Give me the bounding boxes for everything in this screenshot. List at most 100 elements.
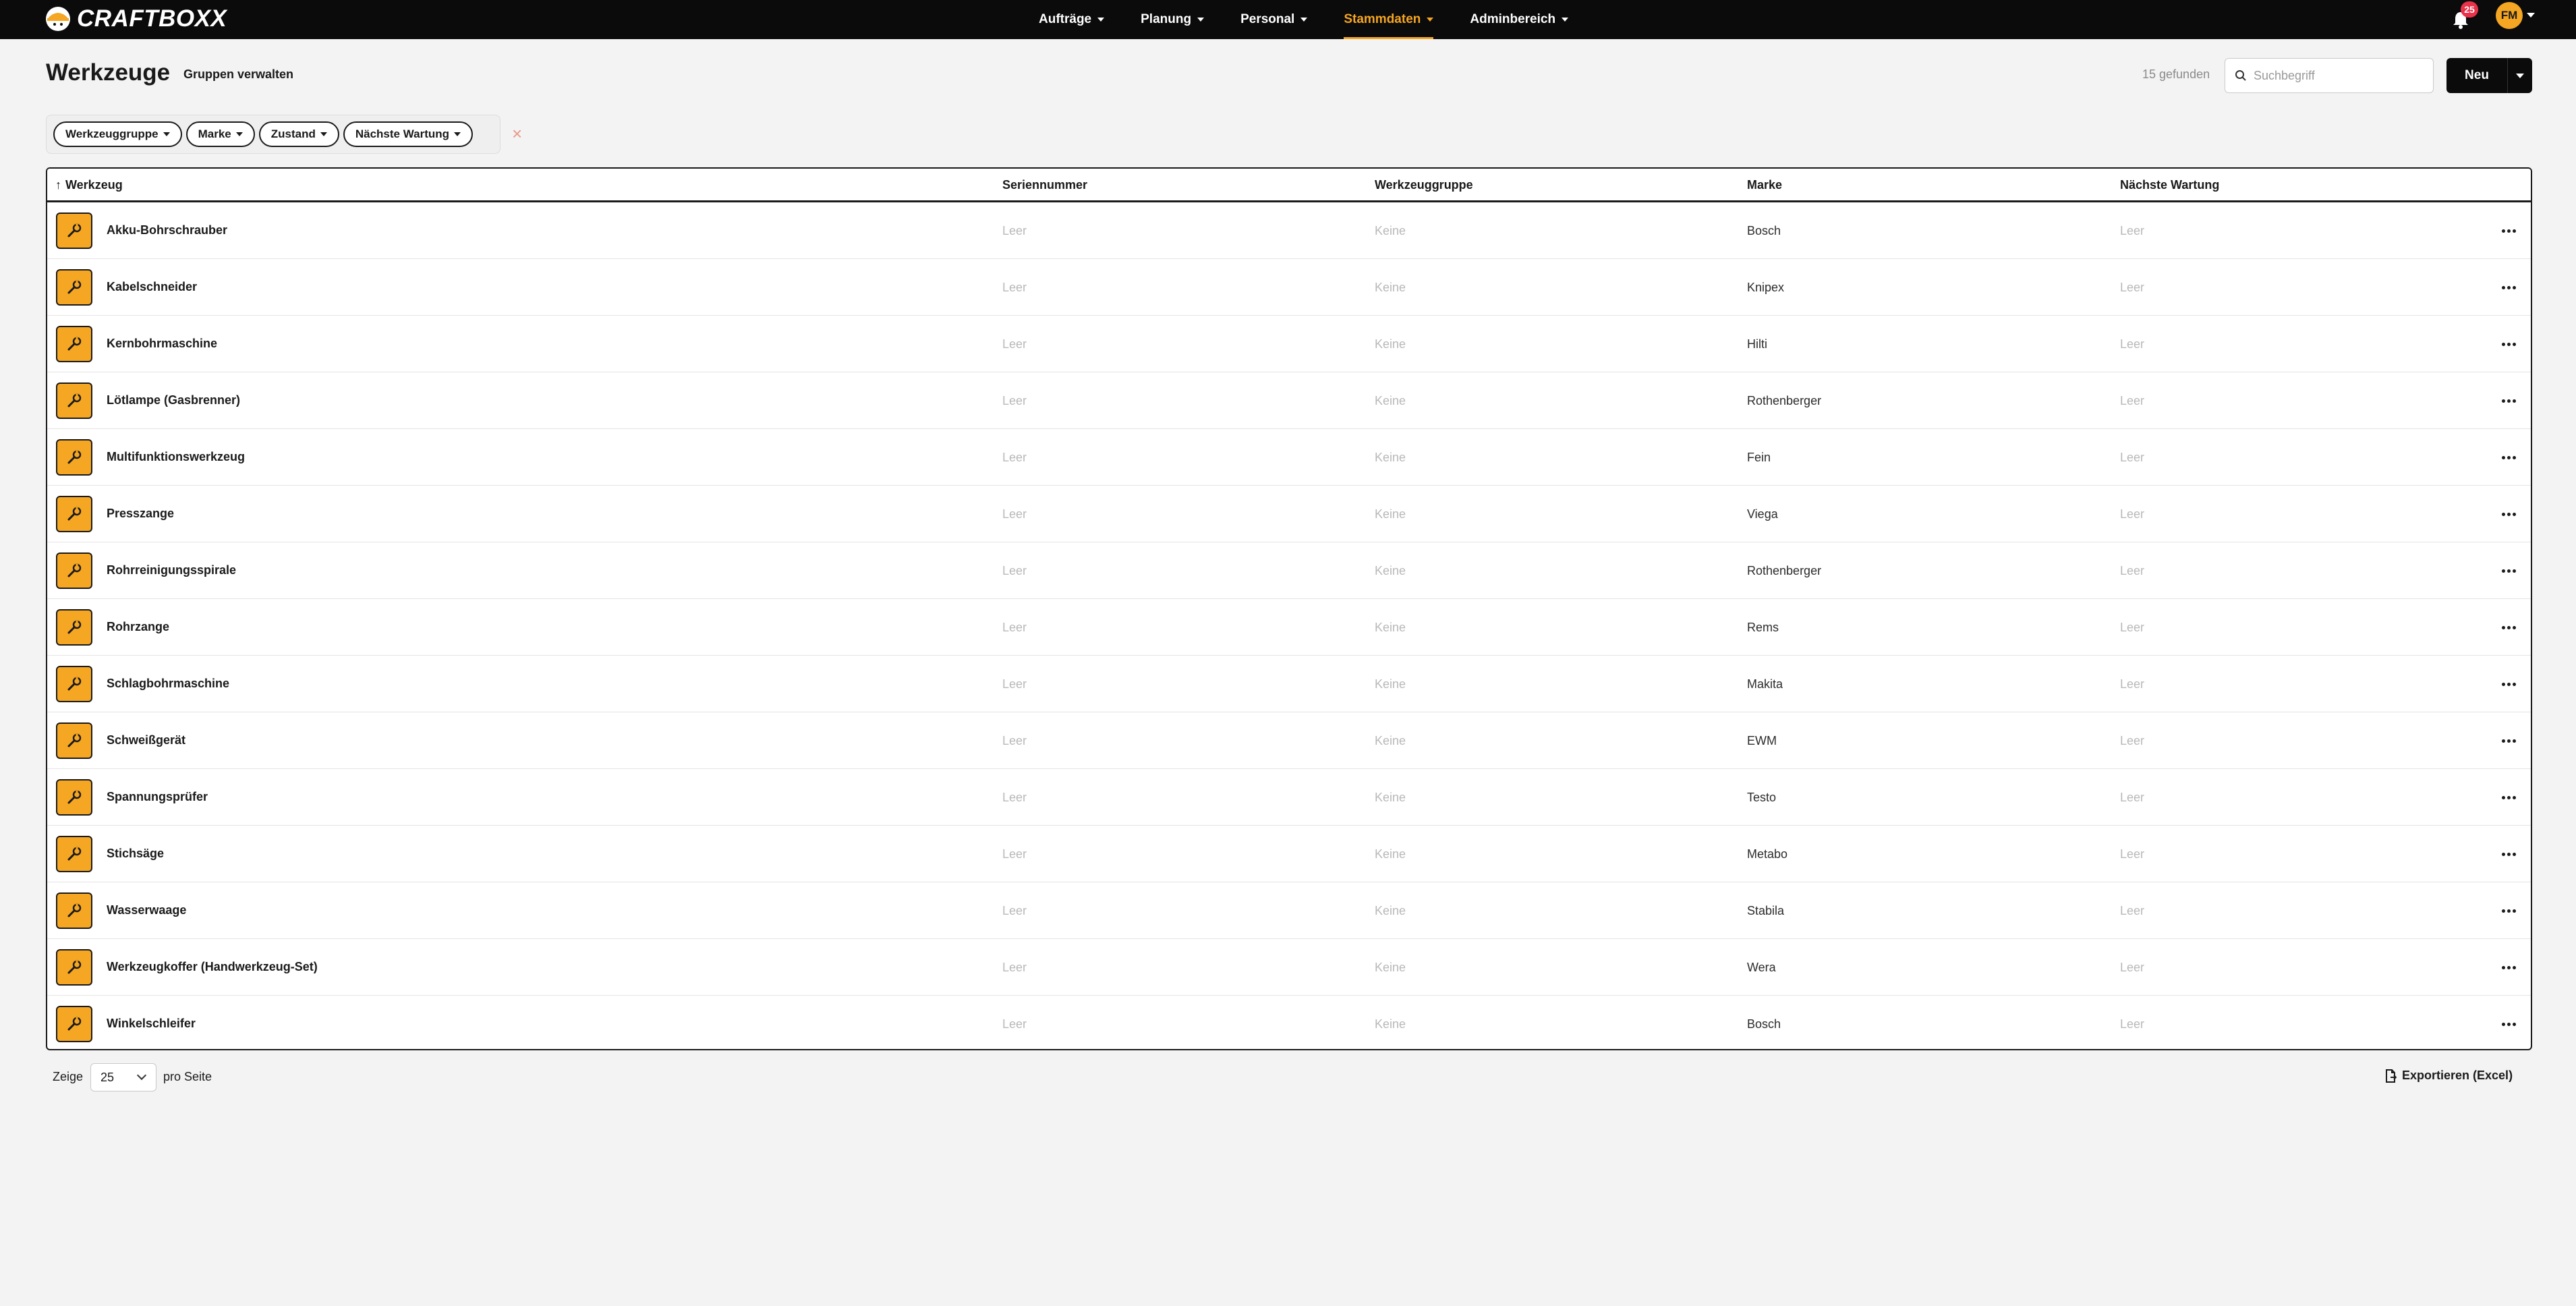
notification-count-badge: 25 — [2461, 1, 2478, 18]
more-actions-icon[interactable] — [2498, 1016, 2519, 1032]
tool-name-link[interactable]: Multifunktionswerkzeug — [107, 429, 245, 486]
tool-name-link[interactable]: Kabelschneider — [107, 259, 197, 316]
column-label: Seriennummer — [1002, 177, 1088, 192]
more-actions-icon[interactable] — [2498, 846, 2519, 862]
brand: Hilti — [1747, 337, 1767, 351]
brand-name: CRAFTBOXX — [77, 5, 227, 32]
filter-label: Zustand — [270, 127, 316, 140]
caret-down-icon — [1300, 18, 1308, 22]
logo[interactable]: CRAFTBOXX — [45, 3, 227, 35]
next-maintenance: Leer — [2120, 1017, 2145, 1031]
search-input[interactable] — [2254, 68, 2429, 83]
nav-item-auftraege[interactable]: Aufträge — [1039, 0, 1105, 39]
filter-label: Werkzeuggruppe — [65, 127, 159, 140]
tool-name-link[interactable]: Rohrreinigungsspirale — [107, 542, 236, 599]
table-row[interactable]: Lötlampe (Gasbrenner) Leer Keine Rothenb… — [47, 372, 2531, 429]
tool-name-link[interactable]: Wasserwaage — [107, 882, 186, 939]
tool-group: Keine — [1375, 280, 1406, 294]
filter-bar: Werkzeuggruppe Marke Zustand Nächste War… — [46, 115, 500, 154]
wrench-icon — [56, 722, 92, 759]
nav-label: Planung — [1141, 12, 1192, 26]
tool-group: Keine — [1375, 337, 1406, 351]
more-actions-icon[interactable] — [2498, 393, 2519, 409]
tool-name-link[interactable]: Schlagbohrmaschine — [107, 656, 229, 712]
tool-group: Keine — [1375, 903, 1406, 917]
table-row[interactable]: Spannungsprüfer Leer Keine Testo Leer — [47, 769, 2531, 826]
clear-filters-icon[interactable]: × — [512, 123, 522, 144]
table-row[interactable]: Wasserwaage Leer Keine Stabila Leer — [47, 882, 2531, 939]
filter-werkzeuggruppe[interactable]: Werkzeuggruppe — [53, 121, 182, 147]
table-row[interactable]: Akku-Bohrschrauber Leer Keine Bosch Leer — [47, 202, 2531, 259]
column-header-naechste-wartung[interactable]: Nächste Wartung — [2120, 169, 2219, 201]
column-header-werkzeuggruppe[interactable]: Werkzeuggruppe — [1375, 169, 1473, 201]
table-row[interactable]: Rohrreinigungsspirale Leer Keine Rothenb… — [47, 542, 2531, 599]
filter-zustand[interactable]: Zustand — [258, 121, 339, 147]
new-dropdown-toggle[interactable] — [2507, 58, 2532, 93]
more-actions-icon[interactable] — [2498, 506, 2519, 522]
search-icon — [2235, 70, 2246, 81]
user-menu-caret-icon[interactable] — [2527, 13, 2535, 18]
tool-name-link[interactable]: Kernbohrmaschine — [107, 316, 217, 372]
table-row[interactable]: Werkzeugkoffer (Handwerkzeug-Set) Leer K… — [47, 939, 2531, 996]
more-actions-icon[interactable] — [2498, 449, 2519, 465]
serial-number: Leer — [1002, 620, 1027, 634]
search-box[interactable] — [2225, 58, 2434, 93]
manage-groups-link[interactable]: Gruppen verwalten — [183, 67, 293, 82]
more-actions-icon[interactable] — [2498, 279, 2519, 295]
nav-item-planung[interactable]: Planung — [1141, 0, 1205, 39]
export-excel-button[interactable]: Exportieren (Excel) — [2384, 1069, 2513, 1083]
more-actions-icon[interactable] — [2498, 223, 2519, 239]
table-row[interactable]: Multifunktionswerkzeug Leer Keine Fein L… — [47, 429, 2531, 486]
table-row[interactable]: Rohrzange Leer Keine Rems Leer — [47, 599, 2531, 656]
filter-marke[interactable]: Marke — [185, 121, 255, 147]
filter-naechste-wartung[interactable]: Nächste Wartung — [343, 121, 474, 147]
tool-name-link[interactable]: Stichsäge — [107, 826, 164, 882]
caret-down-icon — [163, 132, 170, 136]
table-row[interactable]: Presszange Leer Keine Viega Leer — [47, 486, 2531, 542]
table-row[interactable]: Kabelschneider Leer Keine Knipex Leer — [47, 259, 2531, 316]
tool-name-link[interactable]: Spannungsprüfer — [107, 769, 208, 826]
more-actions-icon[interactable] — [2498, 619, 2519, 635]
next-maintenance: Leer — [2120, 677, 2145, 691]
tool-name-link[interactable]: Schweißgerät — [107, 712, 185, 769]
show-label: Zeige — [53, 1070, 84, 1083]
caret-down-icon — [1562, 18, 1569, 22]
nav-item-personal[interactable]: Personal — [1240, 0, 1308, 39]
column-header-marke[interactable]: Marke — [1747, 169, 1782, 201]
tool-name-link[interactable]: Rohrzange — [107, 599, 169, 656]
tool-name-link[interactable]: Winkelschleifer — [107, 996, 196, 1049]
next-maintenance: Leer — [2120, 847, 2145, 861]
tool-group: Keine — [1375, 450, 1406, 464]
column-header-seriennummer[interactable]: Seriennummer — [1002, 169, 1087, 201]
more-actions-icon[interactable] — [2498, 903, 2519, 919]
table-row[interactable]: Schlagbohrmaschine Leer Keine Makita Lee… — [47, 656, 2531, 712]
table-row[interactable]: Kernbohrmaschine Leer Keine Hilti Leer — [47, 316, 2531, 372]
tool-name-link[interactable]: Lötlampe (Gasbrenner) — [107, 372, 240, 429]
serial-number: Leer — [1002, 280, 1027, 294]
new-button[interactable]: Neu — [2446, 58, 2507, 93]
more-actions-icon[interactable] — [2498, 959, 2519, 975]
more-actions-icon[interactable] — [2498, 733, 2519, 749]
caret-down-icon — [454, 132, 461, 136]
next-maintenance: Leer — [2120, 563, 2145, 577]
next-maintenance: Leer — [2120, 507, 2145, 521]
user-avatar[interactable]: FM — [2496, 2, 2523, 29]
table-row[interactable]: Schweißgerät Leer Keine EWM Leer — [47, 712, 2531, 769]
more-actions-icon[interactable] — [2498, 563, 2519, 579]
brand: Stabila — [1747, 903, 1785, 917]
new-button-group: Neu — [2446, 58, 2532, 93]
table-row[interactable]: Winkelschleifer Leer Keine Bosch Leer — [47, 996, 2531, 1049]
per-page-select[interactable]: 25 — [90, 1063, 156, 1091]
next-maintenance: Leer — [2120, 733, 2145, 747]
table-row[interactable]: Stichsäge Leer Keine Metabo Leer — [47, 826, 2531, 882]
tool-name-link[interactable]: Akku-Bohrschrauber — [107, 202, 227, 259]
nav-item-adminbereich[interactable]: Adminbereich — [1470, 0, 1569, 39]
tool-name-link[interactable]: Werkzeugkoffer (Handwerkzeug-Set) — [107, 939, 318, 996]
more-actions-icon[interactable] — [2498, 789, 2519, 805]
more-actions-icon[interactable] — [2498, 336, 2519, 352]
tool-name-link[interactable]: Presszange — [107, 486, 174, 542]
more-actions-icon[interactable] — [2498, 676, 2519, 692]
column-header-werkzeug[interactable]: ↑ Werkzeug — [55, 169, 123, 201]
serial-number: Leer — [1002, 507, 1027, 521]
nav-item-stammdaten[interactable]: Stammdaten — [1344, 0, 1434, 39]
